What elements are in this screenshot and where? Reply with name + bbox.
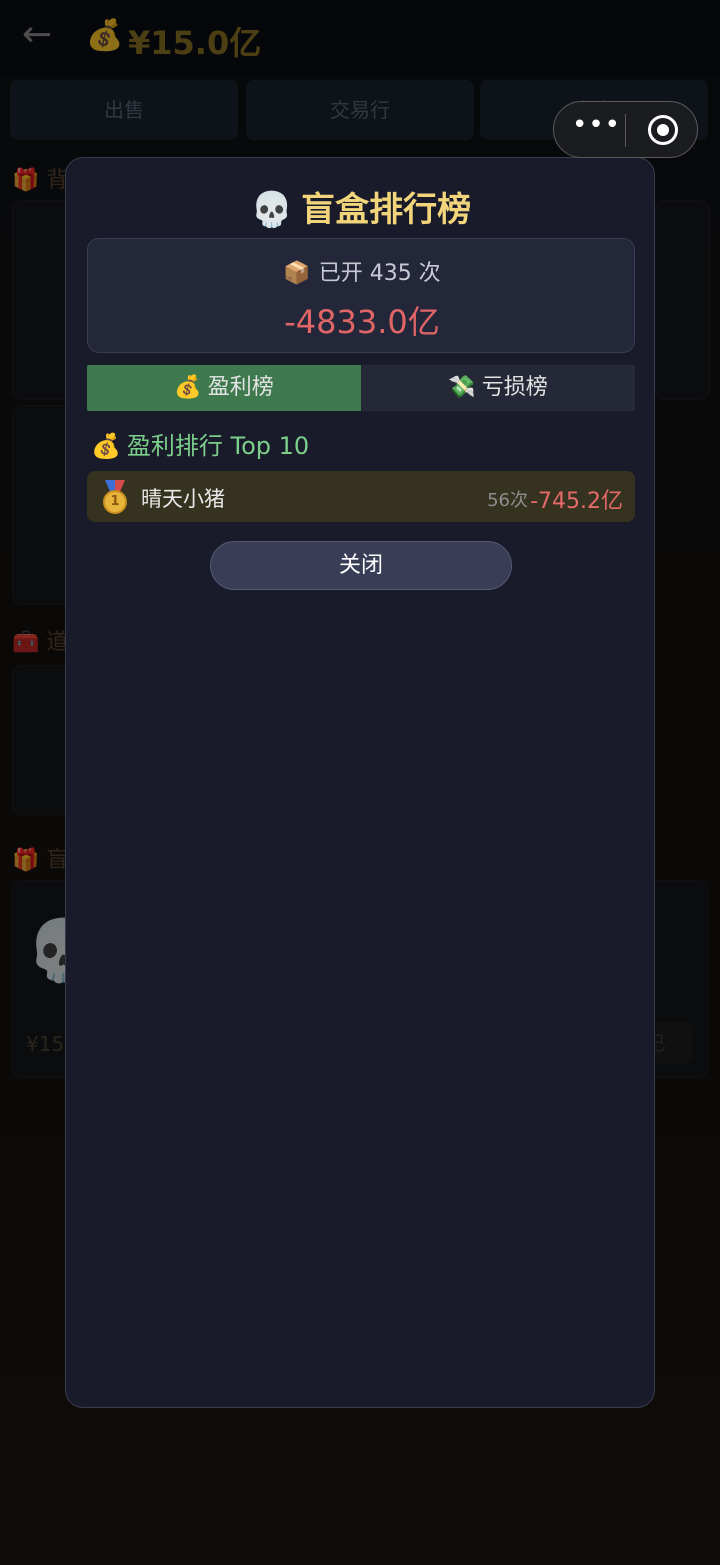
ranking-row[interactable]: 1 晴天小猪 56次 -745.2亿 xyxy=(87,471,635,522)
total-profit: -4833.0亿 xyxy=(284,303,440,341)
more-icon[interactable]: ••• xyxy=(572,110,621,140)
tab-loss[interactable]: 💸 亏损榜 xyxy=(361,365,635,411)
gold-medal-icon: 1 xyxy=(101,480,129,514)
money-bag-icon: 💰 xyxy=(91,432,121,460)
leaderboard-modal: 💀 盲盒排行榜 📦 已开 435 次 -4833.0亿 💰 盈利榜 💸 亏损榜 💰 盈利排… xyxy=(65,157,655,1408)
money-bag-icon: 💰 xyxy=(174,375,202,400)
flying-money-icon: 💸 xyxy=(448,375,476,400)
leaderboard-tabs: 💰 盈利榜 💸 亏损榜 xyxy=(87,365,635,411)
modal-title-text: 盲盒排行榜 xyxy=(301,190,472,230)
capsule-divider xyxy=(625,114,626,147)
player-name: 晴天小猪 xyxy=(141,487,225,511)
profit-amount: -745.2亿 xyxy=(530,489,623,514)
stats-card: 📦 已开 435 次 -4833.0亿 xyxy=(87,238,635,353)
box-icon: 📦 xyxy=(283,261,311,286)
open-count: 56次 xyxy=(487,490,528,511)
close-miniprogram-icon[interactable] xyxy=(648,115,678,145)
modal-title: 💀 盲盒排行榜 xyxy=(66,182,656,231)
section-title: 💰 盈利排行 Top 10 xyxy=(91,432,310,460)
close-button[interactable]: 关闭 xyxy=(210,541,512,590)
miniprogram-capsule: ••• xyxy=(553,101,698,158)
tab-profit[interactable]: 💰 盈利榜 xyxy=(87,365,361,411)
opened-count: 📦 已开 435 次 xyxy=(283,261,441,286)
skull-icon: 💀 xyxy=(250,190,294,230)
